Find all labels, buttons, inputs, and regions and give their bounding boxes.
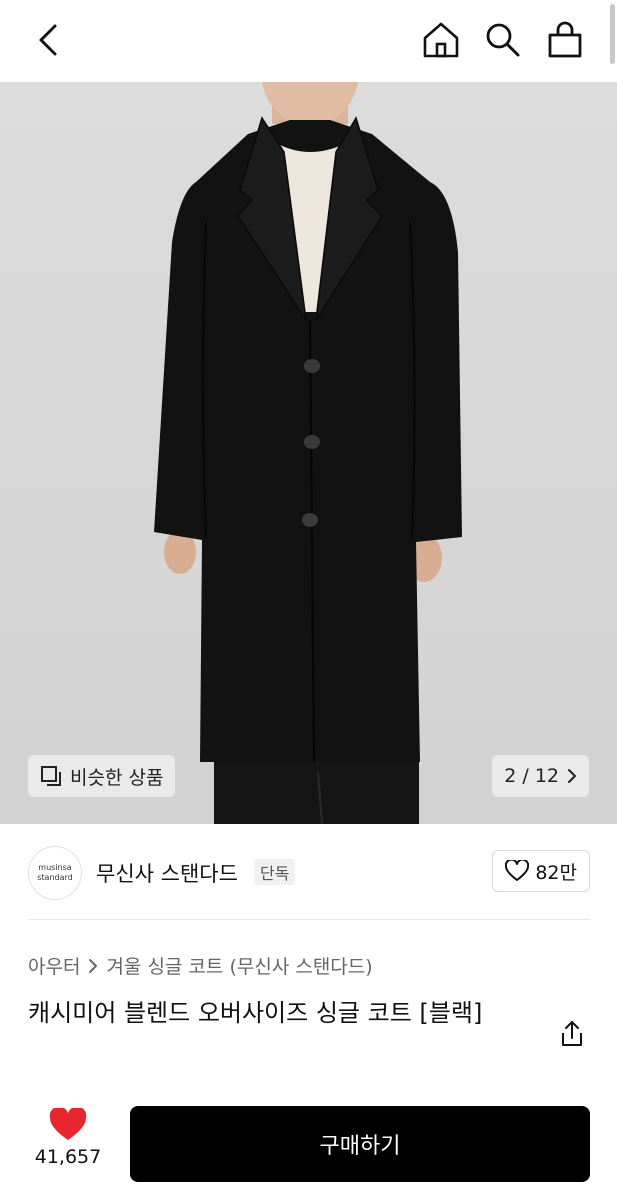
scrollbar[interactable] (610, 4, 615, 64)
similar-items-icon (41, 766, 61, 786)
exclusive-badge: 단독 (254, 859, 296, 885)
chevron-right-icon (89, 958, 98, 973)
brand-logo[interactable]: musinsa standard (28, 846, 82, 900)
back-button[interactable] (30, 20, 66, 60)
brand-name[interactable]: 무신사 스탠다드 (96, 858, 238, 888)
heart-outline-icon (505, 860, 530, 881)
chevron-left-icon (39, 24, 57, 56)
product-image-gallery[interactable]: 비슷한 상품 2 / 12 (0, 82, 617, 824)
heart-filled-icon (49, 1108, 87, 1140)
top-navigation-bar (0, 0, 617, 82)
breadcrumb-subcategory[interactable]: 겨울 싱글 코트 (무신사 스탠다드) (106, 952, 372, 979)
brand-like-button[interactable]: 82만 (492, 850, 590, 892)
brand-like-count: 82만 (535, 861, 577, 884)
brand-logo-line1: musinsa (38, 863, 72, 872)
product-title: 캐시미어 블렌드 오버사이즈 싱글 코트 [블랙] (28, 999, 483, 1027)
share-icon (562, 1021, 582, 1046)
breadcrumb: 아우터 겨울 싱글 코트 (무신사 스탠다드) (28, 952, 373, 979)
product-photo (154, 82, 462, 824)
wishlist-count: 41,657 (34, 1146, 102, 1168)
divider (28, 919, 590, 920)
brand-row: musinsa standard 무신사 스탠다드 단독 82만 (28, 844, 590, 902)
brand-logo-line2: standard (37, 873, 73, 882)
share-button[interactable] (556, 1018, 588, 1050)
home-button[interactable] (417, 16, 465, 64)
search-icon (486, 23, 520, 57)
similar-products-label: 비슷한 상품 (70, 766, 164, 789)
image-counter: 2 / 12 (504, 765, 559, 787)
shopping-bag-icon (548, 21, 582, 58)
chevron-right-icon (568, 769, 576, 783)
search-button[interactable] (479, 16, 527, 64)
image-counter-button[interactable]: 2 / 12 (492, 755, 589, 797)
cart-button[interactable] (541, 16, 589, 64)
similar-products-button[interactable]: 비슷한 상품 (28, 755, 176, 797)
buy-button[interactable]: 구매하기 (130, 1106, 590, 1182)
wishlist-button[interactable]: 41,657 (28, 1108, 108, 1178)
home-icon (423, 22, 459, 58)
breadcrumb-category[interactable]: 아우터 (28, 952, 80, 979)
